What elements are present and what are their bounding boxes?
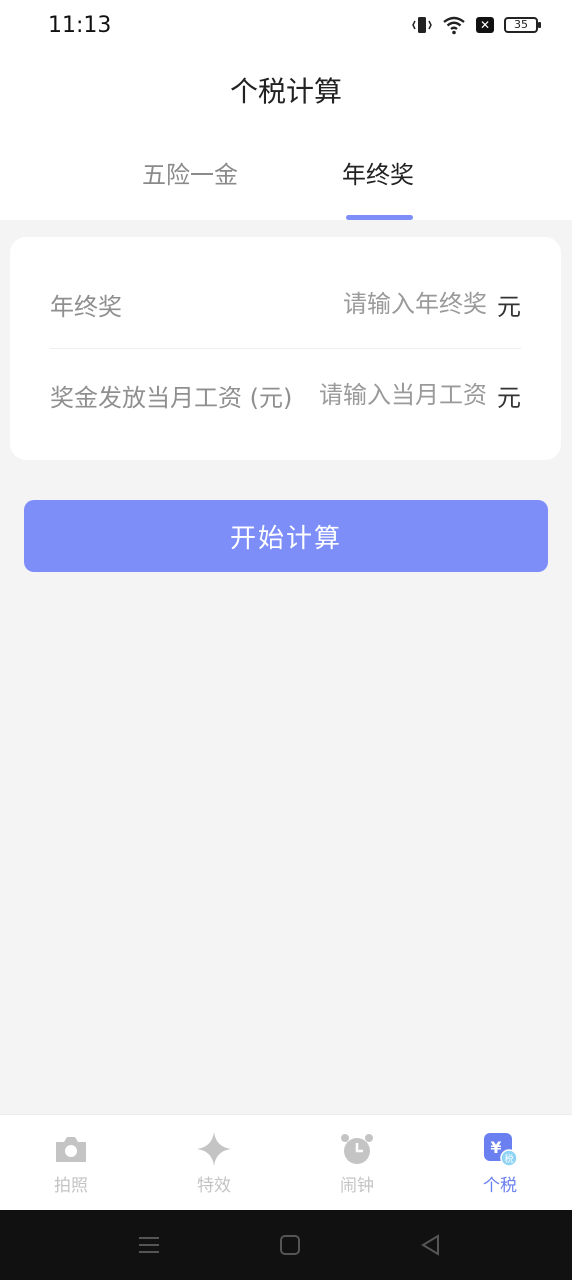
bonus-row: 年终奖 元 — [50, 259, 521, 349]
nav-item-camera[interactable]: 拍照 — [21, 1131, 121, 1201]
status-bar: 11:13 ✕ 35 — [0, 0, 572, 50]
salary-input[interactable] — [304, 381, 487, 409]
tax-yuan-icon: ¥ 税 — [484, 1133, 518, 1167]
vibrate-icon — [412, 17, 432, 33]
alarm-clock-icon — [341, 1134, 373, 1164]
nav-item-tax[interactable]: ¥ 税 个税 — [450, 1131, 550, 1201]
bonus-input[interactable] — [134, 290, 487, 318]
form-card: 年终奖 元 奖金发放当月工资 (元) 元 — [10, 237, 561, 460]
wifi-icon — [443, 16, 465, 35]
salary-row: 奖金发放当月工资 (元) 元 — [50, 350, 521, 440]
nav-item-alarm[interactable]: 闹钟 — [307, 1131, 407, 1201]
home-icon[interactable] — [275, 1230, 305, 1260]
no-sim-icon: ✕ — [476, 17, 494, 33]
nav-label-alarm: 闹钟 — [340, 1176, 374, 1196]
nav-label-tax: 个税 — [483, 1176, 517, 1196]
svg-text:¥: ¥ — [490, 1138, 501, 1157]
salary-unit: 元 — [497, 383, 521, 412]
tab-social-insurance[interactable]: 五险一金 — [142, 155, 238, 190]
page-title: 个税计算 — [229, 75, 342, 108]
bonus-label: 年终奖 — [50, 292, 122, 321]
status-icons: ✕ 35 — [412, 15, 541, 35]
nav-label-effects: 特效 — [197, 1176, 231, 1196]
battery-icon: 35 — [504, 17, 541, 33]
nav-label-camera: 拍照 — [54, 1176, 88, 1196]
tax-calculator-screen: 11:13 ✕ 35 个税计算 五险一金 年终奖 年终奖 请输入年终奖 元 奖金… — [0, 0, 572, 1280]
bonus-unit: 元 — [497, 292, 521, 321]
nav-item-effects[interactable]: 特效 — [164, 1131, 264, 1201]
status-time: 11:13 — [48, 12, 112, 38]
bottom-nav: 拍照 特效 闹钟 ¥ 税 个税 — [0, 1114, 572, 1210]
camera-icon — [56, 1137, 86, 1162]
menu-icon[interactable] — [134, 1230, 164, 1260]
header: 个税计算 五险一金 年终奖 — [0, 50, 572, 220]
salary-label: 奖金发放当月工资 (元) — [50, 383, 293, 412]
svg-text:税: 税 — [504, 1153, 513, 1165]
tab-year-end-bonus[interactable]: 年终奖 — [342, 155, 414, 190]
calculate-button[interactable]: 开始计算 — [24, 500, 548, 572]
tab-bar: 五险一金 年终奖 — [0, 155, 572, 220]
sparkle-icon — [197, 1132, 231, 1166]
active-tab-indicator — [346, 215, 413, 220]
row-divider — [50, 348, 521, 349]
system-nav-bar — [0, 1210, 572, 1280]
back-icon[interactable] — [416, 1230, 446, 1260]
